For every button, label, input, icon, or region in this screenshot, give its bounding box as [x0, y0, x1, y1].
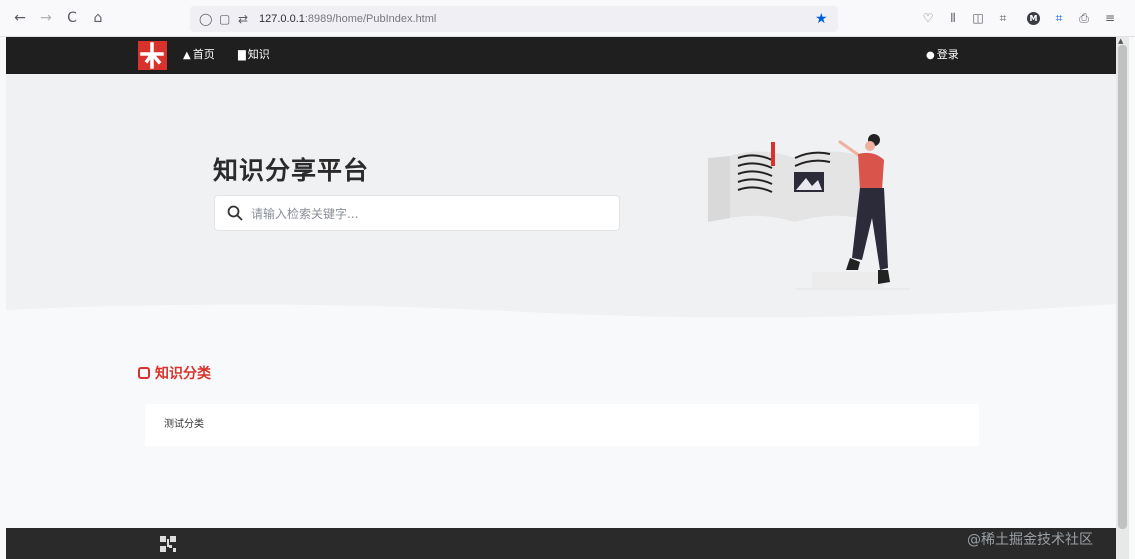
watermark: @稀土掘金技术社区 — [967, 532, 1093, 548]
screenshot-icon[interactable]: ⌗ — [1051, 10, 1067, 26]
scrollbar[interactable]: ▲ — [1116, 37, 1129, 559]
url-text[interactable]: 127.0.0.1:8989/home/PubIndex.html — [259, 11, 436, 27]
book-icon: ▇ — [238, 50, 246, 61]
page-icon[interactable]: ▢ — [219, 11, 230, 27]
home-icon: ▲ — [183, 50, 191, 61]
url-host: 127.0.0.1 — [259, 13, 305, 25]
page-title: 知识分享平台 — [213, 156, 370, 185]
search-icon — [227, 205, 243, 221]
url-bar[interactable]: ◯ ▢ ⇄ 127.0.0.1:8989/home/PubIndex.html … — [190, 6, 838, 32]
site-logo[interactable] — [138, 41, 167, 70]
nav-knowledge-label: 知识 — [247, 48, 270, 61]
nav-home-link[interactable]: ▲ 首页 — [183, 48, 215, 63]
hero-wave — [6, 304, 1116, 330]
bookmark-star-icon[interactable]: ★ — [815, 10, 828, 28]
nav-login-link[interactable]: ● 登录 — [926, 48, 959, 63]
search-box[interactable] — [214, 195, 620, 231]
menu-icon[interactable]: ≡ — [1102, 10, 1118, 26]
forward-icon[interactable]: → — [37, 9, 55, 27]
site-navbar: ▲ 首页 ▇ 知识 ● 登录 — [6, 37, 1116, 74]
reading-woman-illustration — [708, 134, 910, 290]
account-icon[interactable]: M — [1027, 12, 1040, 25]
home-icon[interactable]: ⌂ — [89, 9, 107, 27]
user-icon: ● — [926, 50, 935, 61]
library-icon[interactable]: ⫴ — [945, 10, 961, 26]
url-path: :8989/home/PubIndex.html — [304, 13, 437, 25]
scroll-thumb[interactable] — [1118, 45, 1127, 529]
qr-code-icon — [160, 536, 176, 552]
category-card: 测试分类 — [145, 404, 979, 446]
category-icon — [138, 367, 150, 379]
extensions-icon[interactable]: ⎙ — [1076, 10, 1092, 26]
browser-toolbar: ← → C ⌂ ◯ ▢ ⇄ 127.0.0.1:8989/home/PubInd… — [0, 0, 1135, 37]
scroll-up-icon[interactable]: ▲ — [1118, 37, 1123, 45]
reload-icon[interactable]: C — [63, 9, 81, 27]
nav-login-label: 登录 — [936, 48, 959, 61]
nav-knowledge-link[interactable]: ▇ 知识 — [238, 48, 270, 63]
site-footer — [6, 528, 1116, 559]
permissions-icon[interactable]: ⇄ — [238, 11, 248, 27]
nav-home-label: 首页 — [192, 48, 215, 61]
section-title: 知识分类 — [138, 365, 211, 383]
pocket-icon[interactable]: ♡ — [920, 10, 936, 26]
back-icon[interactable]: ← — [11, 9, 29, 27]
category-item[interactable]: 测试分类 — [164, 418, 204, 432]
crop-icon[interactable]: ⌗ — [995, 10, 1011, 26]
section-title-text: 知识分类 — [155, 366, 211, 382]
shield-icon[interactable]: ◯ — [199, 11, 212, 27]
sidebar-icon[interactable]: ◫ — [970, 10, 986, 26]
search-input[interactable] — [251, 204, 611, 224]
